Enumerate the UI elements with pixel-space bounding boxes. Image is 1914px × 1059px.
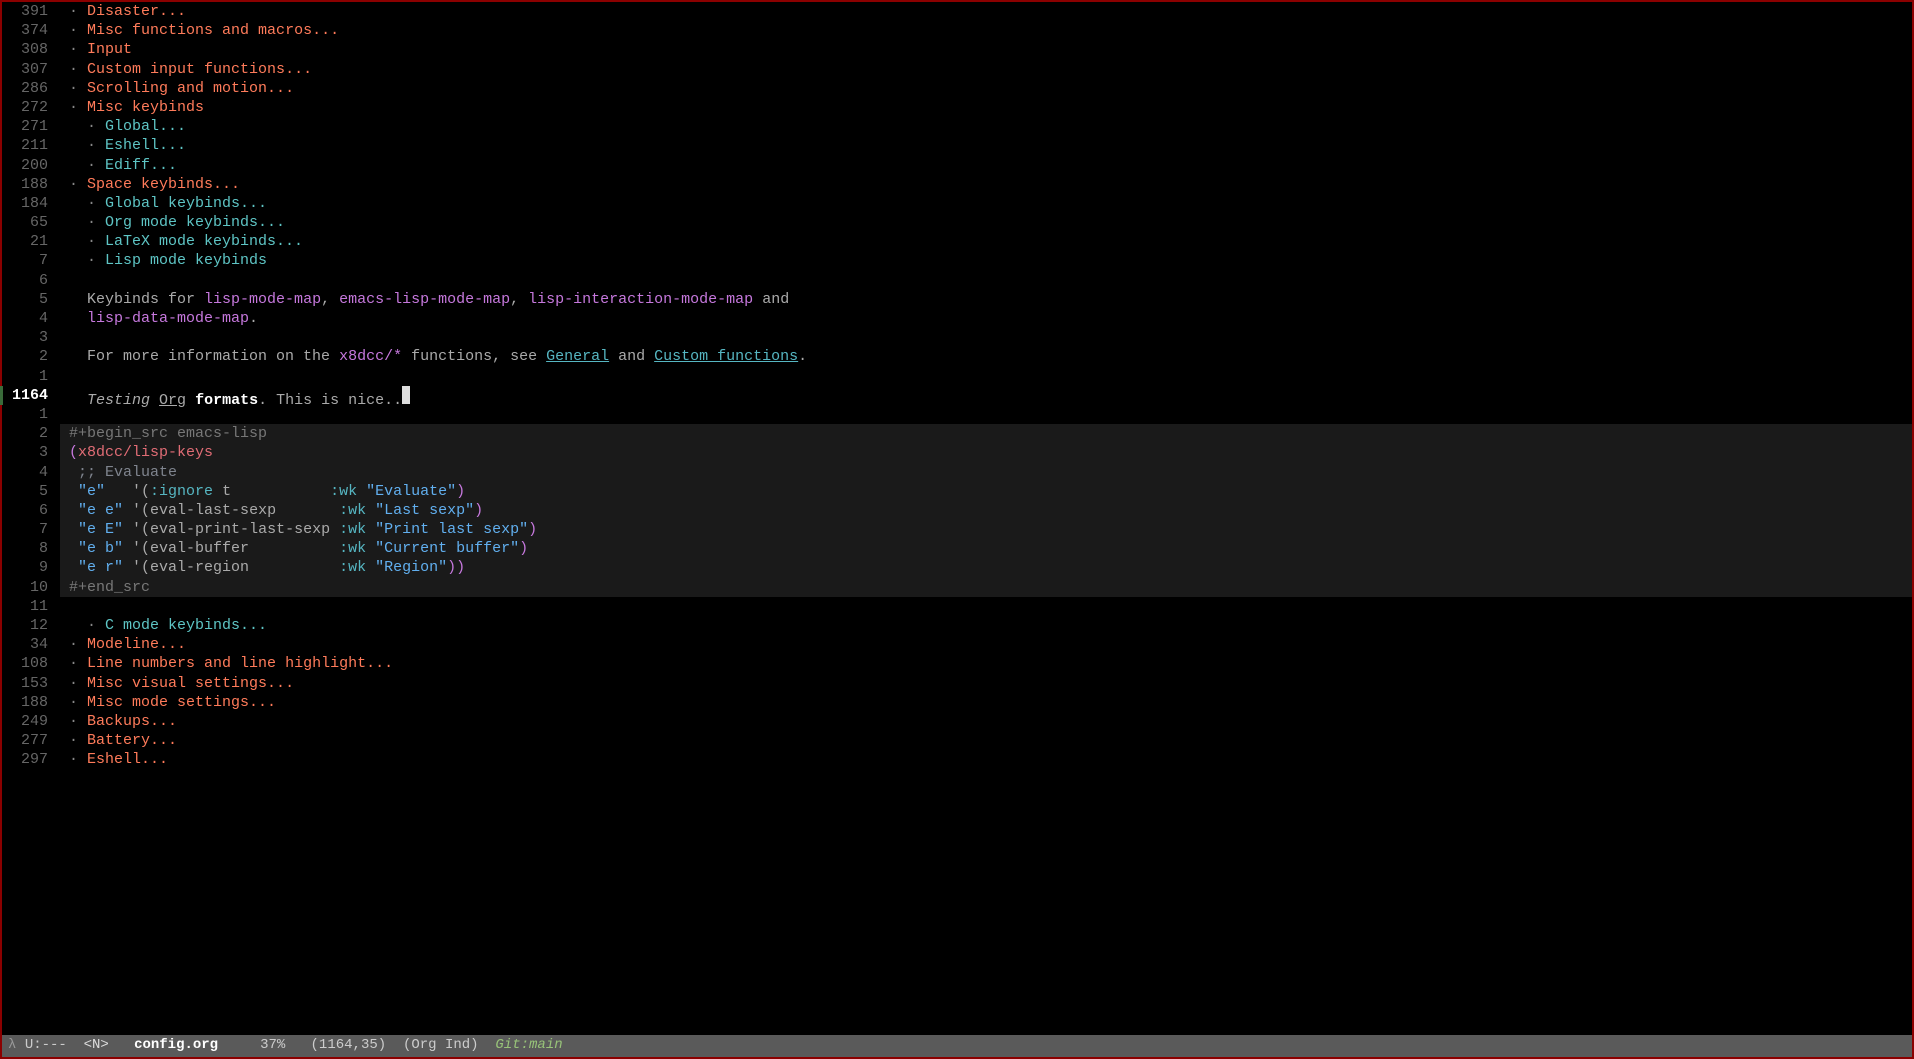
src-code-line[interactable]: "e b" '(eval-buffer :wk "Current buffer"… — [60, 539, 1912, 558]
line-number: 188 — [2, 175, 48, 194]
line-number: 11 — [2, 597, 48, 616]
org-heading[interactable]: · C mode keybinds... — [60, 616, 1912, 635]
line-number: 200 — [2, 156, 48, 175]
src-code-line[interactable]: "e" '(:ignore t :wk "Evaluate") — [60, 482, 1912, 501]
line-number: 8 — [2, 539, 48, 558]
org-heading[interactable]: · Misc visual settings... — [60, 674, 1912, 693]
line-number: 308 — [2, 40, 48, 59]
line-number: 5 — [2, 482, 48, 501]
org-heading[interactable]: · Eshell... — [60, 750, 1912, 769]
org-heading[interactable]: · Input — [60, 40, 1912, 59]
org-heading[interactable]: · Global keybinds... — [60, 194, 1912, 213]
blank-line[interactable] — [60, 367, 1912, 386]
src-block-end[interactable]: #+end_src — [60, 578, 1912, 597]
org-heading[interactable]: · Line numbers and line highlight... — [60, 654, 1912, 673]
org-heading[interactable]: · Org mode keybinds... — [60, 213, 1912, 232]
line-number: 12 — [2, 616, 48, 635]
org-heading[interactable]: · Space keybinds... — [60, 175, 1912, 194]
modeline-percent: 37% — [260, 1036, 285, 1055]
line-number: 184 — [2, 194, 48, 213]
org-heading[interactable]: · Ediff... — [60, 156, 1912, 175]
modeline-evil-state: <N> — [84, 1036, 109, 1055]
org-heading[interactable]: · Modeline... — [60, 635, 1912, 654]
line-number: 7 — [2, 251, 48, 270]
org-heading[interactable]: · Misc keybinds — [60, 98, 1912, 117]
org-paragraph[interactable]: lisp-data-mode-map. — [60, 309, 1912, 328]
line-number: 7 — [2, 520, 48, 539]
org-heading[interactable]: · Backups... — [60, 712, 1912, 731]
line-number: 6 — [2, 501, 48, 520]
line-number: 108 — [2, 654, 48, 673]
line-number: 1 — [2, 367, 48, 386]
buffer-content[interactable]: · Disaster... · Misc functions and macro… — [54, 2, 1912, 1035]
src-code-line[interactable]: (x8dcc/lisp-keys — [60, 443, 1912, 462]
org-heading[interactable]: · Lisp mode keybinds — [60, 251, 1912, 270]
line-number: 271 — [2, 117, 48, 136]
line-number: 9 — [2, 558, 48, 577]
modeline-buffer-name: config.org — [134, 1036, 218, 1055]
line-number: 297 — [2, 750, 48, 769]
blank-line[interactable] — [60, 597, 1912, 616]
org-paragraph[interactable]: Keybinds for lisp-mode-map, emacs-lisp-m… — [60, 290, 1912, 309]
cursor — [402, 386, 410, 404]
line-number: 391 — [2, 2, 48, 21]
src-block-begin[interactable]: #+begin_src emacs-lisp — [60, 424, 1912, 443]
org-heading[interactable]: · Scrolling and motion... — [60, 79, 1912, 98]
line-number: 374 — [2, 21, 48, 40]
cursor-line[interactable]: Testing Org formats. This is nice.. — [60, 386, 1912, 405]
modeline-lambda: λ — [8, 1036, 25, 1055]
line-number: 6 — [2, 271, 48, 290]
src-code-line[interactable]: "e E" '(eval-print-last-sexp :wk "Print … — [60, 520, 1912, 539]
line-number: 277 — [2, 731, 48, 750]
org-heading[interactable]: · LaTeX mode keybinds... — [60, 232, 1912, 251]
org-heading[interactable]: · Battery... — [60, 731, 1912, 750]
line-number: 1164 — [2, 386, 48, 405]
org-link[interactable]: General — [546, 348, 609, 365]
line-number: 3 — [2, 328, 48, 347]
line-number: 65 — [2, 213, 48, 232]
blank-line[interactable] — [60, 271, 1912, 290]
line-number: 2 — [2, 347, 48, 366]
line-number: 307 — [2, 60, 48, 79]
modeline-vcs: Git:main — [495, 1036, 562, 1055]
org-paragraph[interactable]: For more information on the x8dcc/* func… — [60, 347, 1912, 366]
org-heading[interactable]: · Disaster... — [60, 2, 1912, 21]
line-number: 211 — [2, 136, 48, 155]
line-number: 188 — [2, 693, 48, 712]
org-link[interactable]: Custom functions — [654, 348, 798, 365]
line-number: 4 — [2, 463, 48, 482]
line-number: 153 — [2, 674, 48, 693]
line-number: 4 — [2, 309, 48, 328]
line-number: 272 — [2, 98, 48, 117]
line-number: 286 — [2, 79, 48, 98]
modeline: λ U:--- <N> config.org 37% (1164,35) (Or… — [2, 1035, 1912, 1057]
org-heading[interactable]: · Eshell... — [60, 136, 1912, 155]
line-number: 3 — [2, 443, 48, 462]
org-heading[interactable]: · Global... — [60, 117, 1912, 136]
org-heading[interactable]: · Custom input functions... — [60, 60, 1912, 79]
line-number: 2 — [2, 424, 48, 443]
src-code-line[interactable]: ;; Evaluate — [60, 463, 1912, 482]
blank-line[interactable] — [60, 328, 1912, 347]
modeline-position: (1164,35) — [311, 1036, 387, 1055]
src-code-line[interactable]: "e r" '(eval-region :wk "Region")) — [60, 558, 1912, 577]
line-number: 249 — [2, 712, 48, 731]
org-heading[interactable]: · Misc mode settings... — [60, 693, 1912, 712]
line-number-gutter: 3913743083072862722712112001881846521765… — [2, 2, 54, 1035]
line-number: 10 — [2, 578, 48, 597]
src-code-line[interactable]: "e e" '(eval-last-sexp :wk "Last sexp") — [60, 501, 1912, 520]
modeline-major-mode: (Org Ind) — [403, 1036, 479, 1055]
line-number: 34 — [2, 635, 48, 654]
org-heading[interactable]: · Misc functions and macros... — [60, 21, 1912, 40]
modeline-status: U:--- — [25, 1036, 84, 1055]
line-number: 5 — [2, 290, 48, 309]
editor: 3913743083072862722712112001881846521765… — [2, 2, 1912, 1035]
line-number: 21 — [2, 232, 48, 251]
line-number: 1 — [2, 405, 48, 424]
